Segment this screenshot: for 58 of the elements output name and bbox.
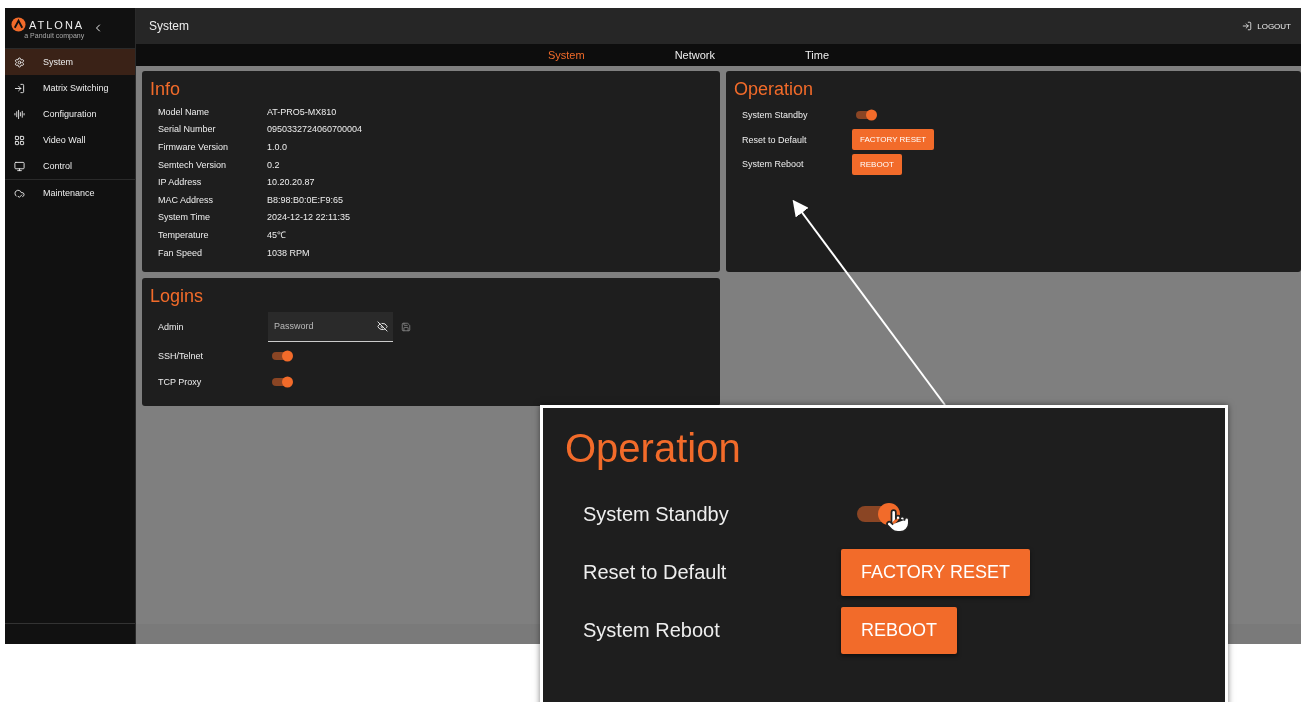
panel-title: Operation	[734, 79, 815, 100]
tab[interactable]: System	[547, 49, 585, 61]
sidebar-item[interactable]: Matrix Switching	[5, 75, 135, 101]
row-label: Admin	[158, 321, 185, 332]
tab[interactable]: Time	[805, 49, 830, 61]
sidebar-item[interactable]: Control	[5, 153, 135, 180]
info-label: Model Name	[158, 106, 211, 117]
info-label: MAC Address	[158, 194, 215, 205]
row-label: SSH/Telnet	[158, 351, 205, 361]
gear-icon	[14, 56, 25, 68]
cloud-icon	[14, 187, 25, 199]
sidebar-item[interactable]: Video Wall	[5, 127, 135, 153]
logout-button[interactable]: LOGOUT	[1242, 21, 1291, 31]
info-label: Serial Number	[158, 124, 217, 135]
save-icon[interactable]	[401, 321, 411, 332]
info-value: 10.20.20.87	[267, 177, 316, 188]
monitor-icon	[14, 160, 25, 172]
info-label: Fan Speed	[158, 247, 204, 258]
info-label: Semtech Version	[158, 159, 228, 170]
logo-name: ATLONA	[29, 18, 85, 31]
info-label: System Time	[158, 212, 211, 223]
info-label: IP Address	[158, 177, 203, 188]
logo-mark-icon	[11, 17, 26, 32]
info-value: 2024-12-12 22:11:35	[267, 212, 351, 223]
sidebar-item[interactable]: Configuration	[5, 101, 135, 127]
row-label: System Reboot	[583, 618, 721, 642]
hand-cursor-icon	[885, 508, 911, 534]
info-value: 0950332724060700004	[267, 124, 364, 135]
row-label: Reset to Default	[583, 560, 728, 584]
page-title: System	[149, 19, 189, 33]
password-field[interactable]: Password	[268, 311, 393, 342]
sound-wave-icon	[14, 108, 25, 120]
toggle-switch[interactable]	[272, 378, 290, 386]
row-label: TCP Proxy	[158, 377, 203, 387]
input-icon	[14, 82, 25, 94]
row-label: Reset to Default	[742, 134, 808, 145]
info-value: AT-PRO5-MX810	[267, 106, 338, 117]
logout-icon	[1242, 21, 1253, 31]
callout-title: Operation	[565, 426, 742, 471]
toggle-switch[interactable]	[856, 111, 874, 120]
sidebar-item[interactable]: System	[5, 49, 135, 75]
eye-off-icon[interactable]	[377, 320, 388, 332]
row-label: System Reboot	[742, 159, 805, 170]
panel-title: Logins	[150, 286, 205, 307]
info-value: 45℃	[267, 229, 287, 242]
info-value: 1.0.0	[267, 142, 289, 152]
info-value: 0.2	[267, 159, 281, 170]
toggle-switch[interactable]	[272, 352, 290, 360]
row-label: System Standby	[742, 110, 809, 121]
row-label: System Standby	[583, 502, 730, 526]
info-value: B8:98:B0:0E:F9:65	[267, 194, 345, 205]
info-label: Temperature	[158, 229, 210, 240]
grid-icon	[14, 134, 25, 146]
info-label: Firmware Version	[158, 142, 230, 152]
panel-title: Info	[150, 79, 182, 100]
tab[interactable]: Network	[674, 49, 715, 61]
info-value: 1038 RPM	[267, 247, 311, 258]
sidebar-item[interactable]: Maintenance	[5, 180, 135, 206]
